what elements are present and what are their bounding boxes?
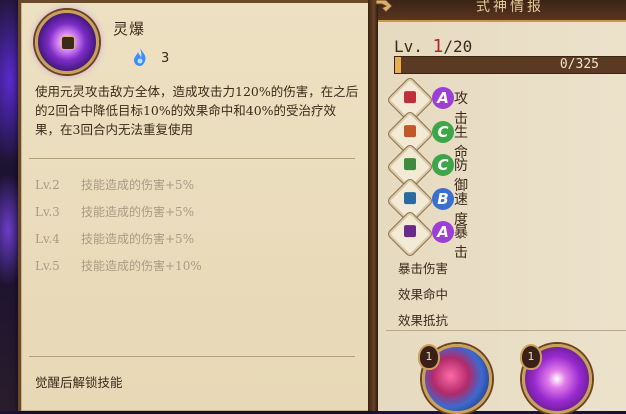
ghost-fire-icon <box>134 48 146 66</box>
defense-icon-glyph <box>404 158 416 171</box>
skill-detail-card: 灵爆 3 使用元灵攻击敌方全体，造成攻击力120%的伤害，在之后的2回合中降低目… <box>18 0 372 411</box>
level-prefix: Lv. <box>394 37 423 56</box>
level-row: Lv.4 技能造成的伤害+5% <box>35 230 194 247</box>
skill-orb-core <box>61 36 75 50</box>
level-effect: 技能造成的伤害+5% <box>81 178 195 192</box>
level-label: Lv.4 <box>35 232 60 246</box>
level-effect: 技能造成的伤害+10% <box>81 259 202 273</box>
xp-bar: 0/325 <box>394 56 626 74</box>
divider <box>29 158 355 159</box>
level-label: Lv.3 <box>35 205 60 219</box>
unlock-note: 觉醒后解锁技能 <box>35 375 123 390</box>
sub-stat-effect-resist: 效果抵抗 <box>398 313 449 328</box>
level-effect: 技能造成的伤害+5% <box>81 232 195 246</box>
level-row: Lv.2 技能造成的伤害+5% <box>35 176 194 193</box>
sub-stat-crit-damage: 暴击伤害 <box>398 261 449 276</box>
skill-cost: 3 <box>161 51 170 66</box>
stat-grade-badge: C <box>432 121 454 143</box>
skill-name: 灵爆 <box>113 20 146 38</box>
level-effect: 技能造成的伤害+5% <box>81 205 195 219</box>
panel-edge <box>368 0 378 411</box>
health-icon-glyph <box>404 125 416 138</box>
level-current: 1 <box>432 36 444 57</box>
level-max: /20 <box>443 37 473 56</box>
scroll-hook-icon <box>375 0 393 13</box>
xp-text: 0/325 <box>559 57 599 72</box>
stat-grade-badge: C <box>432 154 454 176</box>
xp-fill <box>395 57 401 73</box>
divider <box>29 356 355 357</box>
level-row: Lv.3 技能造成的伤害+5% <box>35 203 194 220</box>
crit-icon-glyph <box>404 225 416 238</box>
skill-orb-icon <box>35 10 99 74</box>
sub-stat-effect-hit: 效果命中 <box>398 287 449 302</box>
soul-slot-badge: 1 <box>418 344 440 370</box>
soul-slot-badge: 1 <box>520 344 542 370</box>
attack-icon-glyph <box>404 91 416 104</box>
level-row: Lv.5 技能造成的伤害+10% <box>35 257 202 274</box>
panel-title: 式神情报 <box>476 0 544 15</box>
stat-label: 暴击 <box>454 225 469 261</box>
skill-description: 使用元灵攻击敌方全体，造成攻击力120%的伤害，在之后的2回合中降低目标10%的… <box>35 84 359 137</box>
stat-grade-badge: A <box>432 221 454 243</box>
level-label: Lv.2 <box>35 178 60 192</box>
level-display: Lv. 1/20 <box>394 36 472 57</box>
divider <box>386 330 626 331</box>
stat-grade-badge: B <box>432 188 454 210</box>
level-label: Lv.5 <box>35 259 60 273</box>
card-frame-top <box>18 0 372 3</box>
stat-grade-badge: A <box>432 87 454 109</box>
speed-icon-glyph <box>404 192 416 205</box>
